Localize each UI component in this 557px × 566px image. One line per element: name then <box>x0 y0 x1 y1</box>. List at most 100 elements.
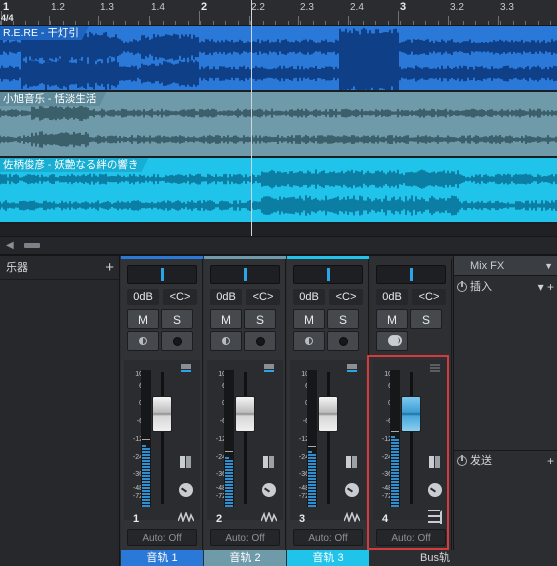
stereo-icon[interactable] <box>346 456 358 468</box>
mix-fx-header[interactable]: Mix FX ▼ <box>454 256 557 276</box>
ruler-subtick <box>425 21 426 25</box>
pan-readout[interactable]: <C> <box>329 289 363 305</box>
volume-readout[interactable]: 0dB <box>376 289 408 305</box>
record-arm-button[interactable] <box>244 331 276 351</box>
pan-readout[interactable]: <C> <box>412 289 446 305</box>
stereo-left <box>346 456 351 468</box>
power-icon[interactable] <box>457 455 467 466</box>
volume-readout[interactable]: 0dB <box>293 289 325 305</box>
volume-readout[interactable]: 0dB <box>210 289 242 305</box>
pan-slider[interactable] <box>210 265 280 284</box>
ruler-subtick <box>413 21 414 25</box>
pan-slider[interactable] <box>127 265 197 284</box>
track-title[interactable]: R.E.RE - 干灯引 <box>0 26 89 40</box>
ruler-subtick <box>400 21 401 25</box>
meter-bar-right <box>229 459 233 507</box>
pan-position-marker[interactable] <box>244 268 247 281</box>
monitor-button[interactable] <box>127 331 159 351</box>
arrangement-tracks[interactable]: R.E.RE - 干灯引小旭音乐 - 恬淡生活佐柄俊彦 - 妖艶なる絆の響き <box>0 26 557 236</box>
strip-name[interactable]: 音轨 2 <box>204 550 286 566</box>
ruler-subtick <box>113 21 114 25</box>
ruler-label: 3 <box>400 1 407 13</box>
solo-button[interactable]: S <box>161 309 193 329</box>
strip-color-bar <box>121 256 203 259</box>
waveform-icon[interactable] <box>344 512 360 522</box>
track-lane[interactable]: 佐柄俊彦 - 妖艶なる絆の響き <box>0 158 557 224</box>
waveform-icon-path <box>178 512 194 522</box>
track-title[interactable]: 佐柄俊彦 - 妖艶なる絆の響き <box>0 158 148 172</box>
fader-track[interactable] <box>161 372 164 504</box>
inserts-controls[interactable]: ▾ + <box>538 278 554 296</box>
ruler-subtick <box>275 21 276 25</box>
waveform-icon[interactable] <box>178 512 194 522</box>
strip-name[interactable]: 音轨 3 <box>287 550 369 566</box>
record-arm-button[interactable] <box>327 331 359 351</box>
solo-button[interactable]: S <box>244 309 276 329</box>
send-knob-icon[interactable] <box>345 483 359 497</box>
waveform-icon[interactable] <box>261 512 277 522</box>
pan-position-marker[interactable] <box>410 268 413 281</box>
ruler-subtick <box>388 21 389 25</box>
track-lane[interactable]: 小旭音乐 - 恬淡生活 <box>0 92 557 158</box>
fader-track[interactable] <box>327 372 330 504</box>
ruler-subtick <box>25 21 26 25</box>
strip-number: 2 <box>216 513 223 525</box>
power-icon[interactable] <box>457 281 467 292</box>
mute-button[interactable]: M <box>293 309 325 329</box>
horizontal-scrollbar[interactable]: ◀ <box>0 236 557 254</box>
ruler-label: 1 <box>3 1 10 13</box>
volume-pan-readout: 0dB <C> <box>208 289 282 305</box>
fader-track[interactable] <box>244 372 247 504</box>
bus-strip-name[interactable]: Bus轨 <box>370 550 454 566</box>
ruler-label: 2.3 <box>300 2 314 13</box>
pan-slider[interactable] <box>293 265 363 284</box>
volume-readout[interactable]: 0dB <box>127 289 159 305</box>
pan-readout[interactable]: <C> <box>246 289 280 305</box>
mute-button[interactable]: M <box>127 309 159 329</box>
stereo-icon[interactable] <box>180 456 192 468</box>
strip-name[interactable]: 音轨 1 <box>121 550 203 566</box>
track-lane[interactable]: R.E.RE - 干灯引 <box>0 26 557 92</box>
ruler-subtick <box>50 21 51 25</box>
playhead-cursor[interactable] <box>251 0 252 236</box>
solo-button[interactable]: S <box>410 309 442 329</box>
automation-button[interactable]: Auto: Off <box>210 529 280 546</box>
record-arm-button[interactable] <box>161 331 193 351</box>
scroll-thumb[interactable] <box>24 243 40 248</box>
timeline-ruler[interactable]: 1 1.2 1.3 1.4 2 2.2 2.3 2.4 3 3.2 3.3 4/4 <box>0 0 557 26</box>
send-knob-icon[interactable] <box>262 483 276 497</box>
pan-position-marker[interactable] <box>161 268 164 281</box>
volume-fader[interactable] <box>152 396 172 433</box>
monitor-button[interactable] <box>210 331 242 351</box>
pan-slider[interactable] <box>376 265 446 284</box>
add-instrument-button[interactable]: + <box>105 256 114 280</box>
scroll-left-icon[interactable]: ◀ <box>6 240 14 251</box>
meter-peak-hold <box>142 438 150 440</box>
chevron-down-icon[interactable]: ▼ <box>544 256 553 276</box>
automation-button[interactable]: Auto: Off <box>127 529 197 546</box>
pan-position-marker[interactable] <box>327 268 330 281</box>
add-insert-button[interactable]: + <box>547 280 554 294</box>
monitor-button[interactable] <box>293 331 325 351</box>
automation-button[interactable]: Auto: Off <box>293 529 363 546</box>
send-knob-icon[interactable] <box>179 483 193 497</box>
volume-fader[interactable] <box>235 396 255 433</box>
add-send-button[interactable]: + <box>547 452 554 470</box>
input-bars-icon <box>347 364 357 372</box>
solo-button[interactable]: S <box>327 309 359 329</box>
ruler-subtick <box>300 21 301 25</box>
sends-row[interactable]: 发送 + <box>454 452 557 470</box>
fader-section: 1060-6-12-24-36-48-72 <box>207 360 283 520</box>
ruler-subtick <box>475 21 476 25</box>
meter-peak-hold <box>225 451 233 453</box>
mute-button[interactable]: M <box>376 309 408 329</box>
volume-fader[interactable] <box>318 396 338 433</box>
pan-readout[interactable]: <C> <box>163 289 197 305</box>
volume-pan-readout: 0dB <C> <box>374 289 448 305</box>
link-button[interactable] <box>376 331 408 351</box>
inserts-label: 插入 <box>470 281 492 293</box>
stereo-icon[interactable] <box>263 456 275 468</box>
inserts-row[interactable]: 插入 ▾ + <box>454 278 557 296</box>
track-title[interactable]: 小旭音乐 - 恬淡生活 <box>0 92 106 106</box>
mute-button[interactable]: M <box>210 309 242 329</box>
